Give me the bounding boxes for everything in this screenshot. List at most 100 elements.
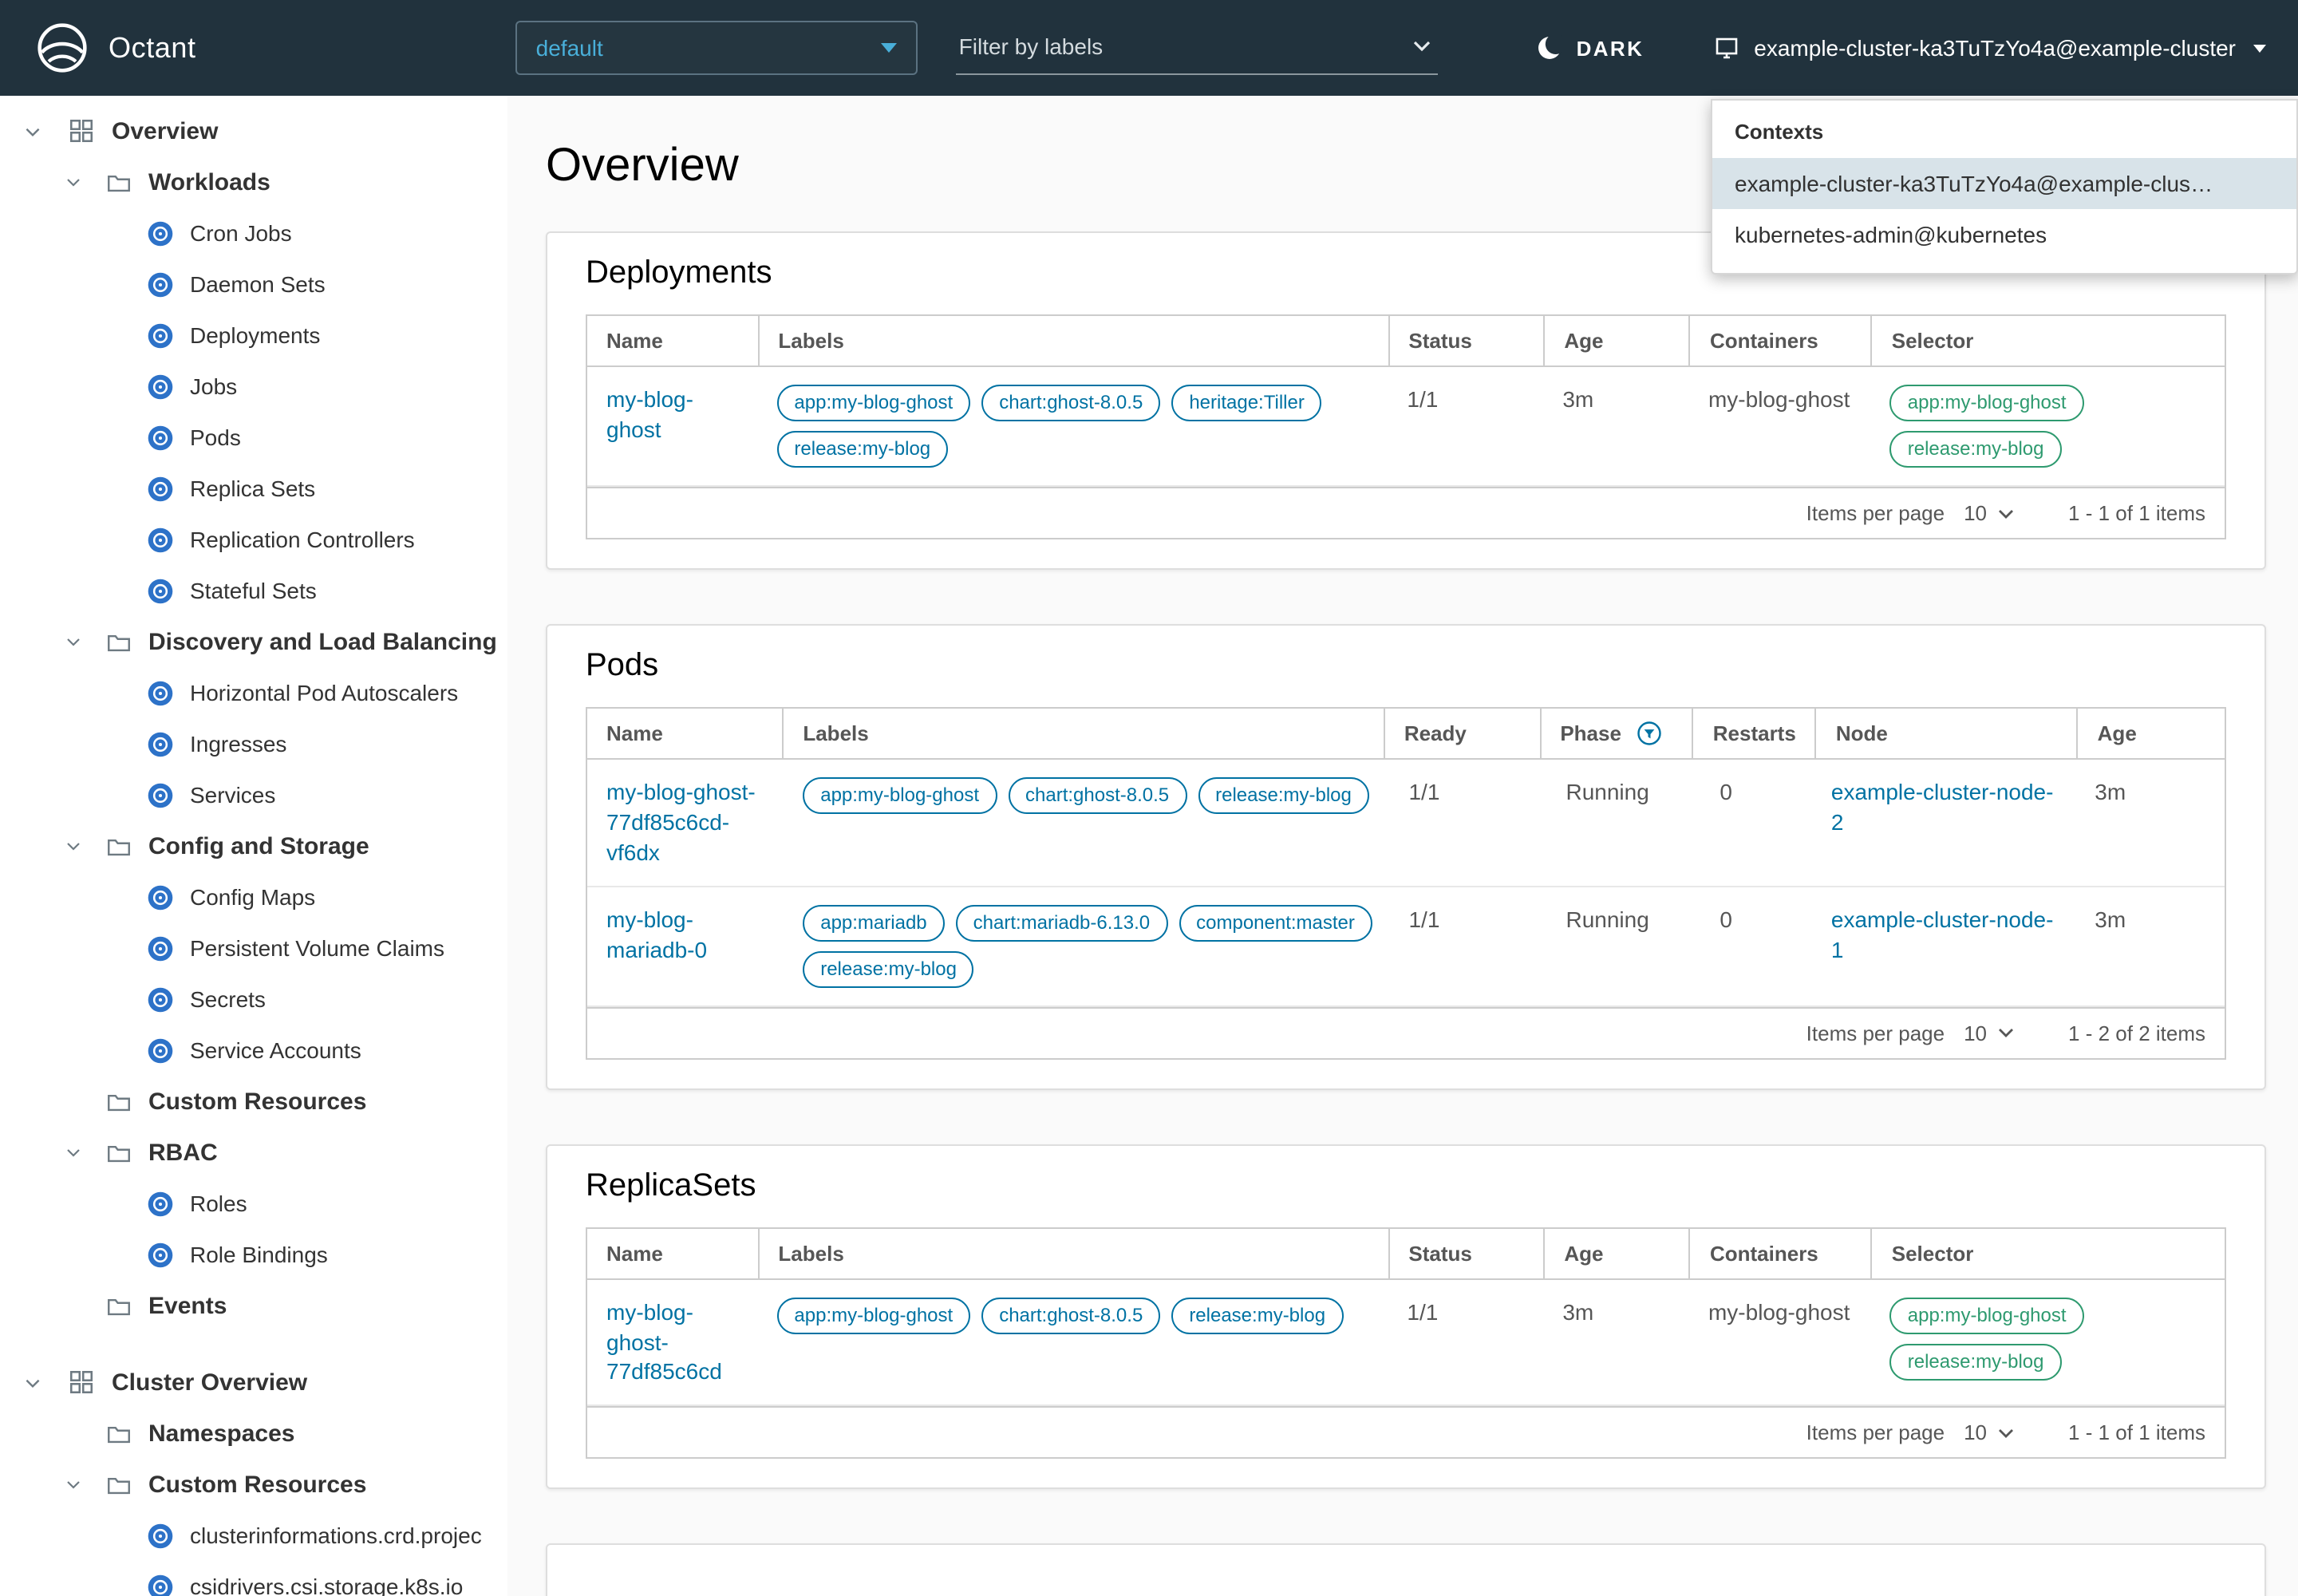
label-tag[interactable]: chart:mariadb-6.13.0 — [956, 904, 1167, 941]
context-menu-item[interactable]: example-cluster-ka3TuTzYo4a@example-clus… — [1712, 158, 2296, 209]
label-tag[interactable]: app:my-blog-ghost — [803, 777, 997, 814]
sidebar-item-label: Service Accounts — [190, 1037, 361, 1063]
deployments-table: Name Labels Status Age Containers Select… — [586, 314, 2226, 539]
sidebar-item-label: Roles — [190, 1191, 247, 1216]
sidebar-item-label: Cron Jobs — [190, 220, 292, 246]
sidebar-group-label: Overview — [112, 117, 218, 144]
table-header-row: Name Labels Status Age Containers Select… — [587, 1228, 2225, 1279]
sidebar-item-config-maps[interactable]: Config Maps — [0, 871, 507, 922]
moon-icon — [1537, 35, 1562, 61]
roles-icon — [147, 1190, 174, 1217]
sidebar-item-secrets[interactable]: Secrets — [0, 974, 507, 1025]
cron-jobs-icon — [147, 219, 174, 247]
status-cell: 1/1 — [1388, 1279, 1543, 1404]
label-tag[interactable]: app:my-blog-ghost — [776, 385, 970, 421]
caret-down-icon[interactable] — [64, 1143, 105, 1162]
node-link[interactable]: example-cluster-node-1 — [1831, 906, 2054, 962]
deployment-name-link[interactable]: my-blog-ghost — [606, 386, 693, 442]
pod-name-link[interactable]: my-blog-ghost-77df85c6cd-vf6dx — [606, 779, 756, 865]
sidebar-section-workloads[interactable]: Workloads — [0, 156, 507, 207]
sidebar-item-stateful-sets[interactable]: Stateful Sets — [0, 565, 507, 616]
sidebar-section-custom-resources[interactable]: Custom Resources — [0, 1076, 507, 1127]
sidebar-item-replica-sets[interactable]: Replica Sets — [0, 463, 507, 514]
replicaset-name-link[interactable]: my-blog-ghost-77df85c6cd — [606, 1298, 722, 1385]
folder-icon — [105, 1088, 132, 1115]
sidebar-item-label: Ingresses — [190, 731, 286, 757]
label-tag[interactable]: app:my-blog-ghost — [776, 1297, 970, 1333]
sidebar-item-clusterinformations[interactable]: clusterinformations.crd.projec — [0, 1510, 507, 1561]
chevron-down-icon[interactable] — [1412, 39, 1431, 52]
sidebar-section-discovery[interactable]: Discovery and Load Balancing — [0, 616, 507, 667]
sidebar-item-label: Jobs — [190, 373, 237, 399]
caret-down-icon[interactable] — [64, 836, 105, 855]
sidebar-section-label: Events — [148, 1292, 227, 1319]
sidebar-section-events[interactable]: Events — [0, 1280, 507, 1331]
caret-down-icon[interactable] — [22, 1372, 67, 1393]
column-header: Name — [587, 709, 782, 758]
chevron-down-icon — [881, 43, 897, 53]
pod-name-link[interactable]: my-blog-mariadb-0 — [606, 906, 707, 962]
theme-toggle[interactable]: DARK — [1537, 35, 1645, 61]
age-cell: 3m — [2075, 760, 2225, 885]
items-per-page-select[interactable]: 10 — [1964, 501, 2014, 525]
selector-tag[interactable]: app:my-blog-ghost — [1890, 1297, 2084, 1333]
table-header-row: Name Labels Ready Phase Restarts Node Ag… — [587, 709, 2225, 760]
sidebar-item-csidrivers[interactable]: csidrivers.csi.storage.k8s.io — [0, 1561, 507, 1596]
items-per-page-select[interactable]: 10 — [1964, 1421, 2014, 1445]
sidebar-section-namespaces[interactable]: Namespaces — [0, 1408, 507, 1459]
sidebar-section-config-storage[interactable]: Config and Storage — [0, 820, 507, 871]
label-tag[interactable]: chart:ghost-8.0.5 — [981, 385, 1160, 421]
sidebar-item-cron-jobs[interactable]: Cron Jobs — [0, 207, 507, 259]
sidebar-item-daemon-sets[interactable]: Daemon Sets — [0, 259, 507, 310]
column-header: Age — [1543, 1228, 1689, 1278]
caret-down-icon[interactable] — [64, 632, 105, 651]
namespace-value: default — [536, 35, 603, 61]
phase-filter-icon[interactable] — [1637, 721, 1661, 745]
label-tag[interactable]: component:master — [1179, 904, 1372, 941]
sidebar-item-services[interactable]: Services — [0, 769, 507, 820]
label-tag[interactable]: release:my-blog — [803, 950, 974, 987]
sidebar-item-persistent-volume-claims[interactable]: Persistent Volume Claims — [0, 922, 507, 974]
caret-down-icon[interactable] — [22, 120, 67, 141]
sidebar-item-jobs[interactable]: Jobs — [0, 361, 507, 412]
sidebar-section-rbac[interactable]: RBAC — [0, 1127, 507, 1178]
sidebar-item-roles[interactable]: Roles — [0, 1178, 507, 1229]
role-bindings-icon — [147, 1241, 174, 1268]
context-select[interactable]: example-cluster-ka3TuTzYo4a@example-clus… — [1714, 35, 2266, 61]
chevron-down-icon — [2253, 44, 2266, 52]
sidebar-item-service-accounts[interactable]: Service Accounts — [0, 1025, 507, 1076]
sidebar-item-role-bindings[interactable]: Role Bindings — [0, 1229, 507, 1280]
label-tag[interactable]: release:my-blog — [1171, 1297, 1343, 1333]
caret-down-icon[interactable] — [64, 1475, 105, 1494]
label-tag[interactable]: app:mariadb — [803, 904, 944, 941]
sidebar-section-cluster-custom-resources[interactable]: Custom Resources — [0, 1459, 507, 1510]
node-link[interactable]: example-cluster-node-2 — [1831, 779, 2054, 835]
sidebar-item-label: Deployments — [190, 322, 320, 348]
sidebar-group-overview[interactable]: Overview — [0, 105, 507, 156]
selector-tag[interactable]: release:my-blog — [1890, 431, 2062, 468]
label-tag[interactable]: chart:ghost-8.0.5 — [1008, 777, 1187, 814]
sidebar-item-replication-controllers[interactable]: Replication Controllers — [0, 514, 507, 565]
namespace-select[interactable]: default — [515, 21, 918, 75]
label-tag[interactable]: chart:ghost-8.0.5 — [981, 1297, 1160, 1333]
sidebar-item-horizontal-pod-autoscalers[interactable]: Horizontal Pod Autoscalers — [0, 667, 507, 718]
context-menu-item[interactable]: kubernetes-admin@kubernetes — [1712, 209, 2296, 260]
column-header: Age — [2077, 709, 2225, 758]
theme-label: DARK — [1577, 36, 1645, 60]
sidebar-item-deployments[interactable]: Deployments — [0, 310, 507, 361]
sidebar-item-label: Daemon Sets — [190, 271, 326, 297]
label-tag[interactable]: release:my-blog — [776, 431, 948, 468]
sidebar-item-label: Stateful Sets — [190, 578, 317, 603]
label-filter-input[interactable] — [959, 33, 1412, 58]
selector-tag[interactable]: app:my-blog-ghost — [1890, 385, 2084, 421]
label-tag[interactable]: release:my-blog — [1198, 777, 1369, 814]
caret-down-icon[interactable] — [64, 172, 105, 192]
label-tag[interactable]: heritage:Tiller — [1171, 385, 1322, 421]
sidebar-item-ingresses[interactable]: Ingresses — [0, 718, 507, 769]
items-per-page-label: Items per page — [1806, 501, 1945, 525]
sidebar-group-cluster-overview[interactable]: Cluster Overview — [0, 1357, 507, 1408]
sidebar-item-pods[interactable]: Pods — [0, 412, 507, 463]
folder-icon — [105, 168, 132, 196]
selector-tag[interactable]: release:my-blog — [1890, 1343, 2062, 1380]
items-per-page-select[interactable]: 10 — [1964, 1021, 2014, 1045]
